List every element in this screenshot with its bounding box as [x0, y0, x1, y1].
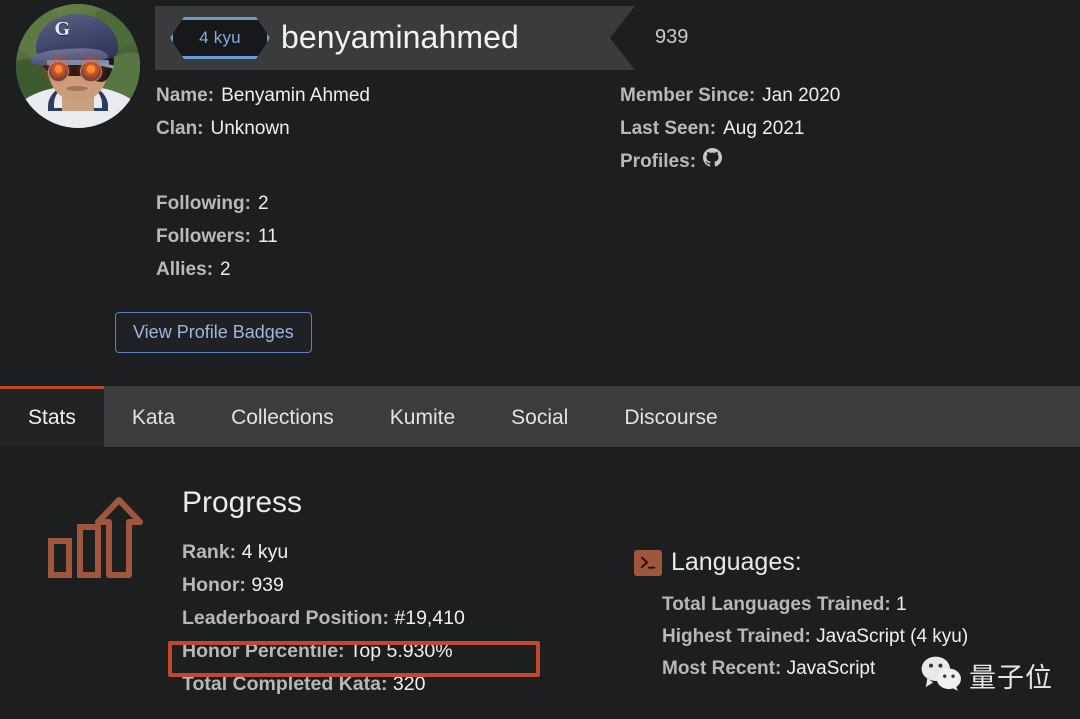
languages-recent-key: Most Recent:: [662, 658, 781, 679]
tab-discourse[interactable]: Discourse: [596, 386, 745, 447]
watermark-text: 量子位: [969, 656, 1053, 695]
terminal-icon: [634, 550, 662, 576]
avatar-cap-letter: G: [54, 18, 70, 41]
progress-honor-percentile-key: Honor Percentile:: [182, 640, 345, 662]
tab-social[interactable]: Social: [483, 386, 596, 447]
rank-badge[interactable]: 4 kyu: [170, 17, 270, 59]
stat-following: Following: 2: [156, 190, 278, 217]
progress-section: Progress Rank: 4 kyu Honor: 939 Leaderbo…: [182, 486, 465, 701]
tab-social-label: Social: [511, 406, 568, 430]
progress-leaderboard-row: Leaderboard Position: #19,410: [182, 602, 465, 635]
tab-collections-label: Collections: [231, 406, 334, 430]
profile-details-left: Name: Benyamin Ahmed Clan: Unknown: [156, 82, 370, 148]
progress-honor-percentile-row: Honor Percentile: Top 5.930%: [182, 635, 465, 668]
profile-tabbar: Stats Kata Collections Kumite Social Dis…: [0, 386, 1080, 447]
detail-name-value: Benyamin Ahmed: [221, 82, 370, 109]
progress-total-kata-row: Total Completed Kata: 320: [182, 668, 465, 701]
languages-header: Languages:: [634, 548, 968, 577]
detail-clan-value: Unknown: [211, 115, 290, 142]
tab-kumite-label: Kumite: [390, 406, 455, 430]
tab-kumite[interactable]: Kumite: [362, 386, 483, 447]
progress-honor-row: Honor: 939: [182, 569, 465, 602]
progress-rank-value: 4 kyu: [242, 541, 289, 563]
languages-total-key: Total Languages Trained:: [662, 594, 891, 615]
progress-leaderboard-value: #19,410: [394, 607, 465, 629]
view-profile-badges-button[interactable]: View Profile Badges: [115, 312, 312, 353]
bar-chart-arrow-icon: [46, 497, 150, 579]
languages-highest-key: Highest Trained:: [662, 626, 811, 647]
progress-honor-value: 939: [251, 574, 284, 596]
tab-kata[interactable]: Kata: [104, 386, 203, 447]
stat-following-key: Following:: [156, 190, 251, 217]
languages-highest-row: Highest Trained: JavaScript (4 kyu): [662, 621, 968, 653]
detail-profiles: Profiles:: [620, 148, 840, 175]
codewars-profile-page: G 4 kyu benyaminahmed 939 Name: Benyamin…: [0, 0, 1080, 719]
detail-clan: Clan: Unknown: [156, 115, 370, 142]
watermark: 量子位: [920, 655, 1053, 696]
stat-allies-value: 2: [220, 256, 231, 283]
detail-last-seen-key: Last Seen:: [620, 115, 716, 142]
wechat-icon: [920, 655, 962, 696]
detail-member-since-value: Jan 2020: [762, 82, 840, 109]
progress-rank-key: Rank:: [182, 541, 236, 563]
progress-total-kata-value: 320: [393, 673, 426, 695]
username: benyaminahmed: [281, 19, 519, 56]
detail-member-since-key: Member Since:: [620, 82, 755, 109]
tab-stats[interactable]: Stats: [0, 386, 104, 447]
detail-profiles-key: Profiles:: [620, 148, 696, 175]
profile-details-right: Member Since: Jan 2020 Last Seen: Aug 20…: [620, 82, 840, 181]
detail-name-key: Name:: [156, 82, 214, 109]
progress-honor-key: Honor:: [182, 574, 246, 596]
stat-following-value: 2: [258, 190, 269, 217]
avatar-image: G: [16, 4, 140, 128]
tab-discourse-label: Discourse: [624, 406, 717, 430]
detail-clan-key: Clan:: [156, 115, 204, 142]
detail-last-seen-value: Aug 2021: [723, 115, 804, 142]
progress-title: Progress: [182, 486, 465, 520]
detail-member-since: Member Since: Jan 2020: [620, 82, 840, 109]
progress-total-kata-key: Total Completed Kata:: [182, 673, 387, 695]
stat-allies: Allies: 2: [156, 256, 278, 283]
languages-highest-value: JavaScript (4 kyu): [816, 626, 968, 647]
github-icon[interactable]: [703, 148, 722, 167]
rank-badge-label: 4 kyu: [199, 28, 241, 48]
progress-leaderboard-key: Leaderboard Position:: [182, 607, 389, 629]
detail-last-seen: Last Seen: Aug 2021: [620, 115, 840, 142]
tab-kata-label: Kata: [132, 406, 175, 430]
stat-followers: Followers: 11: [156, 223, 278, 250]
detail-name: Name: Benyamin Ahmed: [156, 82, 370, 109]
languages-title: Languages:: [671, 548, 802, 577]
tab-stats-label: Stats: [28, 406, 76, 430]
languages-total-value: 1: [896, 594, 907, 615]
progress-honor-percentile-value: Top 5.930%: [350, 640, 453, 662]
languages-section: Languages: Total Languages Trained: 1 Hi…: [634, 548, 968, 685]
languages-total-row: Total Languages Trained: 1: [662, 589, 968, 621]
stat-allies-key: Allies:: [156, 256, 213, 283]
progress-rank-row: Rank: 4 kyu: [182, 536, 465, 569]
tab-collections[interactable]: Collections: [203, 386, 362, 447]
honor-total: 939: [655, 26, 688, 49]
stat-followers-value: 11: [258, 223, 278, 250]
languages-recent-value: JavaScript: [787, 658, 876, 679]
profile-social-counts: Following: 2 Followers: 11 Allies: 2: [156, 190, 278, 289]
avatar[interactable]: G: [16, 4, 140, 128]
stat-followers-key: Followers:: [156, 223, 251, 250]
